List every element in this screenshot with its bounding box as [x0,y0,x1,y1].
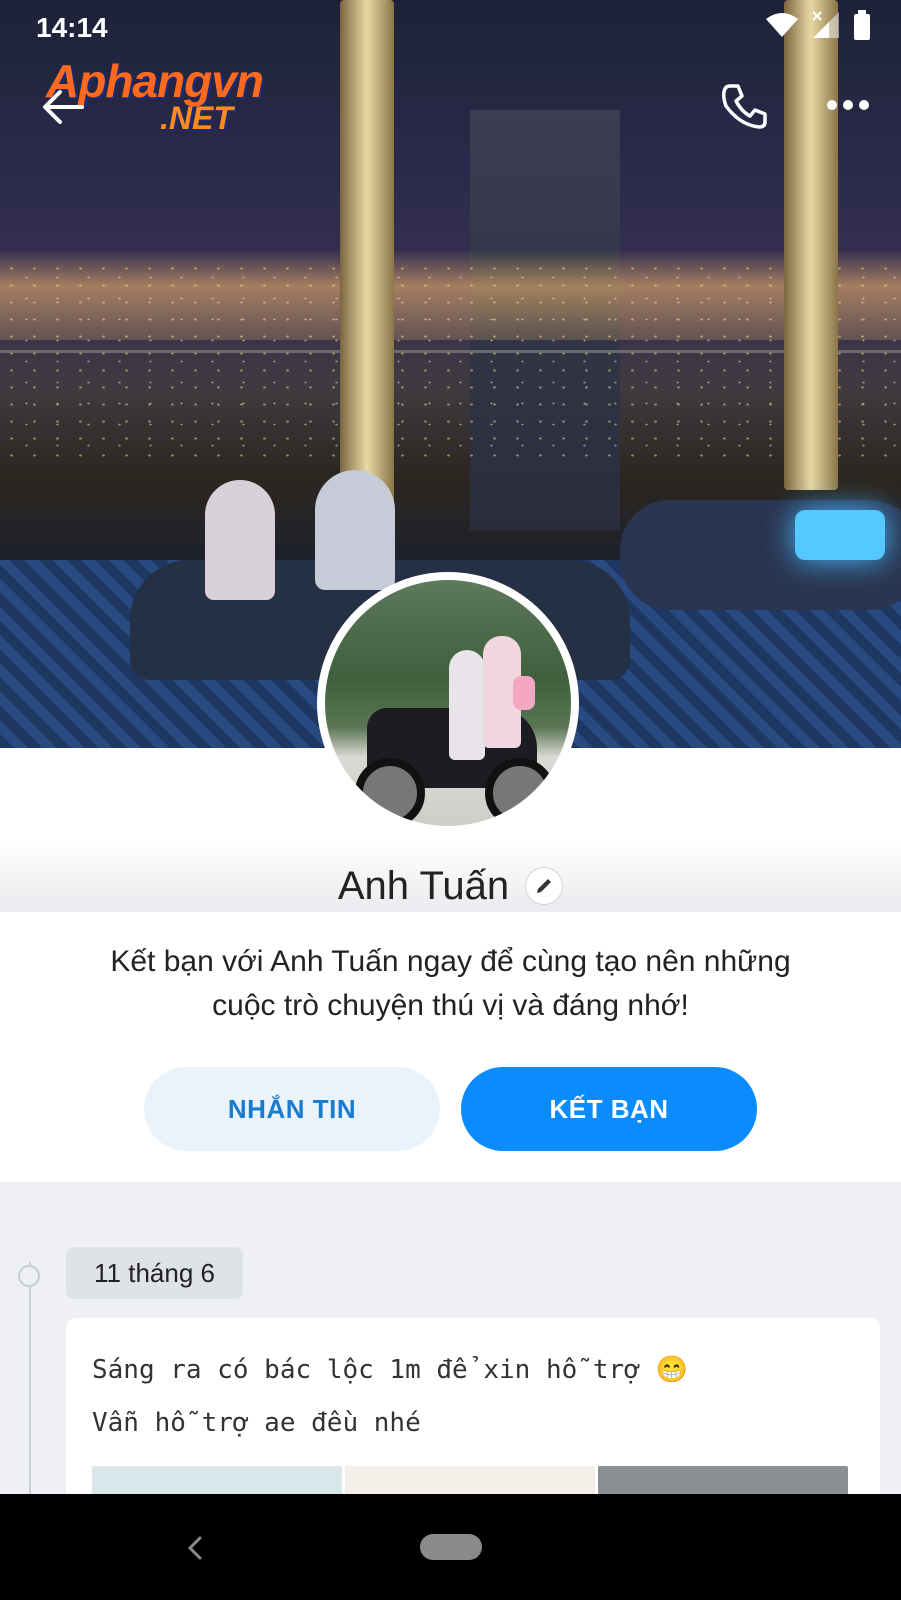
more-icon [827,100,869,110]
call-button[interactable] [718,80,770,132]
status-bar: 14:14 [0,0,901,52]
wifi-icon [766,13,798,37]
status-icons [765,10,871,40]
back-arrow-icon [43,90,84,124]
avatar-person [449,650,485,760]
avatar-photo [325,580,571,826]
more-options-button[interactable] [824,90,872,120]
signal-icon [812,11,839,38]
nav-back-button[interactable] [178,1530,214,1566]
profile-avatar[interactable] [317,572,579,834]
nav-home-button[interactable] [420,1534,482,1560]
cover-lamp [795,510,885,560]
status-time: 14:14 [36,12,108,43]
post-text: Sáng ra có bác lộc 1m để xin hỗ trợ 😁 Vẫ… [92,1344,852,1450]
back-button[interactable] [38,82,88,132]
friend-invite-card: Kết bạn với Anh Tuấn ngay để cùng tạo nê… [0,912,901,1182]
timeline-date: 11 tháng 6 [66,1247,243,1299]
add-friend-button[interactable]: KẾT BẠN [461,1067,757,1151]
avatar-backpack [513,676,535,710]
post-card[interactable]: Sáng ra có bác lộc 1m để xin hỗ trợ 😁 Vẫ… [66,1318,880,1518]
pencil-icon [537,879,552,893]
post-line-2: Vẫn hỗ trợ ae đều nhé [92,1408,421,1438]
profile-name-row: Anh Tuấn [0,856,901,916]
phone-icon [722,84,767,129]
timeline-line [29,1262,31,1502]
cover-person [205,480,275,600]
cover-railing [0,350,901,353]
timeline-dot [18,1265,40,1287]
cover-pillar [784,0,838,490]
cover-city-lights [0,260,901,460]
profile-name: Anh Tuấn [337,863,510,908]
battery-icon [854,10,870,40]
chevron-left-icon [187,1536,202,1560]
avatar-wheel [485,758,555,826]
edit-name-button[interactable] [525,867,564,905]
message-button[interactable]: NHẮN TIN [144,1067,440,1151]
system-nav-bar [0,1494,901,1600]
cover-pillar [340,0,394,520]
cover-person [315,470,395,590]
avatar-wheel [355,758,425,826]
invite-message: Kết bạn với Anh Tuấn ngay để cùng tạo nê… [110,945,791,1022]
post-line-1: Sáng ra có bác lộc 1m để xin hỗ trợ 😁 [92,1355,688,1385]
timeline: 11 tháng 6 Sáng ra có bác lộc 1m để xin … [0,1182,901,1518]
